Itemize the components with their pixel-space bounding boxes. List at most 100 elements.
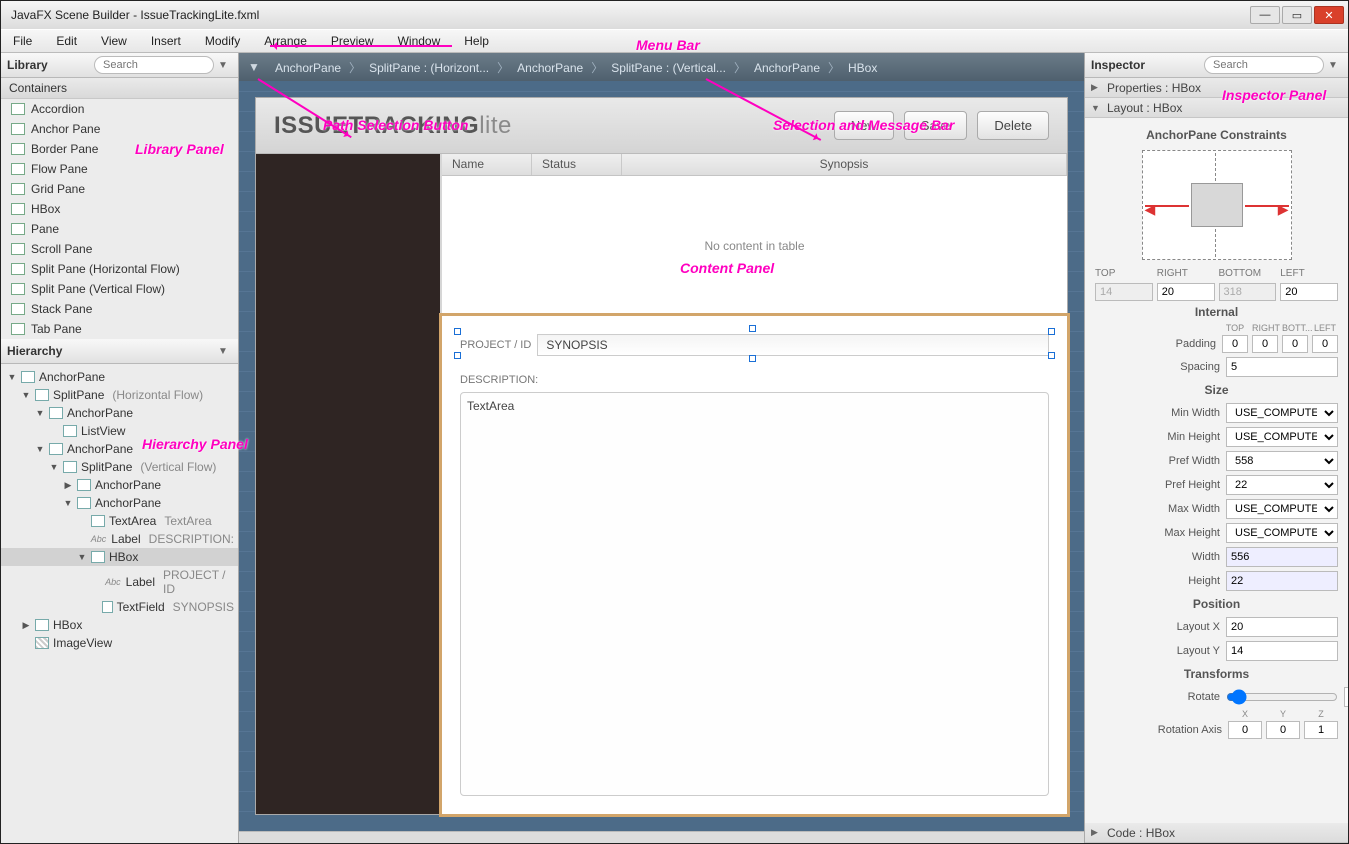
hierarchy-menu-icon[interactable]: ▼ [214, 346, 232, 357]
th-name[interactable]: Name [442, 154, 532, 175]
description-label: DESCRIPTION: [460, 374, 1049, 386]
tree-item[interactable]: ▶HBox [1, 616, 238, 634]
h-scrollbar[interactable] [239, 831, 1084, 843]
axis-y[interactable] [1266, 721, 1300, 739]
library-item[interactable]: Border Pane [1, 139, 238, 159]
selected-hbox[interactable]: PROJECT / ID DESCRIPTION: [439, 313, 1070, 817]
library-item[interactable]: HBox [1, 199, 238, 219]
rotate-input[interactable] [1344, 687, 1348, 707]
library-item[interactable]: Accordion [1, 99, 238, 119]
path-selection-button[interactable]: ▼ [245, 60, 263, 74]
library-menu-icon[interactable]: ▼ [214, 60, 232, 71]
disclosure-icon[interactable]: ▼ [35, 408, 45, 418]
library-item[interactable]: Flow Pane [1, 159, 238, 179]
library-item[interactable]: Grid Pane [1, 179, 238, 199]
library-item[interactable]: Split Pane (Horizontal Flow) [1, 259, 238, 279]
layout-y-input[interactable] [1226, 641, 1338, 661]
close-button[interactable]: ✕ [1314, 6, 1344, 24]
anchor-left-input[interactable] [1280, 283, 1338, 301]
breadcrumb-item[interactable]: AnchorPane [509, 61, 591, 75]
anchor-bottom-input[interactable] [1219, 283, 1277, 301]
padding-left[interactable] [1312, 335, 1338, 353]
tree-item[interactable]: ▼SplitPane(Horizontal Flow) [1, 386, 238, 404]
min-width-select[interactable]: USE_COMPUTED_SIZ [1226, 403, 1338, 423]
disclosure-icon[interactable]: ▼ [63, 498, 73, 508]
library-item[interactable]: Tab Pane [1, 319, 238, 339]
library-item[interactable]: Stack Pane [1, 299, 238, 319]
disclosure-icon[interactable]: ▼ [21, 390, 31, 400]
breadcrumb-item[interactable]: SplitPane : (Horizont... [361, 61, 497, 75]
anchor-right-input[interactable] [1157, 283, 1215, 301]
breadcrumb-item[interactable]: AnchorPane [267, 61, 349, 75]
max-width-select[interactable]: USE_COMPUTED_SIZ [1226, 499, 1338, 519]
tree-item[interactable]: ImageView [1, 634, 238, 652]
anchor-constraint-widget[interactable]: ◀▶ [1142, 150, 1292, 260]
min-height-select[interactable]: USE_COMPUTED_SIZ [1226, 427, 1338, 447]
tree-item[interactable]: ▶AnchorPane [1, 476, 238, 494]
preview-listview[interactable] [256, 154, 442, 814]
pref-width-select[interactable]: 558 [1226, 451, 1338, 471]
library-item[interactable]: Split Pane (Vertical Flow) [1, 279, 238, 299]
tree-item[interactable]: ▼AnchorPane [1, 368, 238, 386]
pref-height-select[interactable]: 22 [1226, 475, 1338, 495]
disclosure-icon[interactable]: ▼ [77, 552, 87, 562]
menu-modify[interactable]: Modify [199, 32, 246, 50]
disclosure-icon[interactable]: ▼ [49, 462, 59, 472]
th-synopsis[interactable]: Synopsis [622, 154, 1067, 175]
disclosure-icon[interactable]: ▼ [35, 444, 45, 454]
breadcrumb-item[interactable]: AnchorPane [746, 61, 828, 75]
library-item[interactable]: Scroll Pane [1, 239, 238, 259]
spacing-input[interactable] [1226, 357, 1338, 377]
menu-window[interactable]: Window [392, 32, 447, 50]
disclosure-icon[interactable]: ▶ [63, 480, 73, 491]
axis-z[interactable] [1304, 721, 1338, 739]
max-height-select[interactable]: USE_COMPUTED_SIZ [1226, 523, 1338, 543]
save-button[interactable]: Save [904, 111, 968, 140]
rotate-slider[interactable] [1226, 687, 1338, 707]
tree-item[interactable]: ▼AnchorPane [1, 440, 238, 458]
menu-view[interactable]: View [95, 32, 133, 50]
axis-x[interactable] [1228, 721, 1262, 739]
synopsis-field[interactable] [537, 334, 1049, 356]
padding-top[interactable] [1222, 335, 1248, 353]
maximize-button[interactable]: ▭ [1282, 6, 1312, 24]
library-item[interactable]: Pane [1, 219, 238, 239]
disclosure-icon[interactable]: ▼ [7, 372, 17, 382]
tree-item[interactable]: AbcLabelPROJECT / ID [1, 566, 238, 598]
section-layout[interactable]: ▼Layout : HBox [1085, 98, 1348, 118]
tree-item[interactable]: ListView [1, 422, 238, 440]
menu-insert[interactable]: Insert [145, 32, 187, 50]
minimize-button[interactable]: — [1250, 6, 1280, 24]
menu-help[interactable]: Help [458, 32, 495, 50]
tree-item[interactable]: ▼HBox [1, 548, 238, 566]
disclosure-icon[interactable]: ▶ [21, 620, 31, 631]
delete-button[interactable]: Delete [977, 111, 1049, 140]
tree-item[interactable]: ▼AnchorPane [1, 494, 238, 512]
breadcrumb-item[interactable]: HBox [840, 61, 885, 75]
padding-right[interactable] [1252, 335, 1278, 353]
menu-arrange[interactable]: Arrange [258, 32, 313, 50]
breadcrumb-item[interactable]: SplitPane : (Vertical... [603, 61, 734, 75]
textarea[interactable]: TextArea [460, 392, 1049, 796]
th-status[interactable]: Status [532, 154, 622, 175]
section-properties[interactable]: ▶Properties : HBox [1085, 78, 1348, 98]
tree-item[interactable]: ▼SplitPane(Vertical Flow) [1, 458, 238, 476]
anchor-top-input[interactable] [1095, 283, 1153, 301]
library-search-input[interactable] [94, 56, 214, 74]
inspector-search-input[interactable] [1204, 56, 1324, 74]
menu-edit[interactable]: Edit [50, 32, 83, 50]
container-icon [11, 263, 25, 275]
tree-item[interactable]: TextFieldSYNOPSIS [1, 598, 238, 616]
inspector-menu-icon[interactable]: ▼ [1324, 60, 1342, 71]
tree-item[interactable]: ▼AnchorPane [1, 404, 238, 422]
new-button[interactable]: New [834, 111, 894, 140]
layout-x-input[interactable] [1226, 617, 1338, 637]
tree-item[interactable]: TextAreaTextArea [1, 512, 238, 530]
padding-bottom[interactable] [1282, 335, 1308, 353]
section-code[interactable]: ▶Code : HBox [1085, 823, 1348, 843]
library-item[interactable]: Anchor Pane [1, 119, 238, 139]
tree-item[interactable]: AbcLabelDESCRIPTION: [1, 530, 238, 548]
hierarchy-title: Hierarchy [7, 344, 62, 358]
menu-file[interactable]: File [7, 32, 38, 50]
menu-preview[interactable]: Preview [325, 32, 380, 50]
